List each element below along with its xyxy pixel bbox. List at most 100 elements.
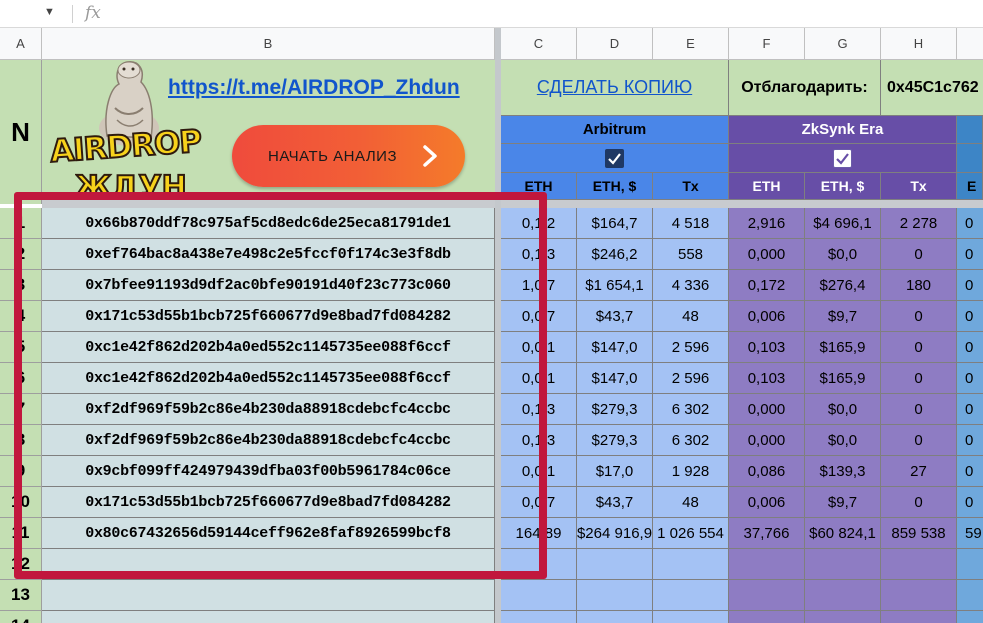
- wallet-address-cell[interactable]: 0xc1e42f862d202b4a0ed552c1145735ee088f6c…: [42, 332, 495, 363]
- arb-tx-cell[interactable]: 6 302: [653, 425, 729, 456]
- zk-eth-cell[interactable]: 0,172: [729, 270, 805, 301]
- column-header-c[interactable]: C: [501, 28, 577, 60]
- next-group-cell[interactable]: 0: [957, 239, 983, 270]
- arb-eth-usd-cell[interactable]: $147,0: [577, 363, 653, 394]
- zk-eth-usd-cell[interactable]: $0,0: [805, 239, 881, 270]
- next-group-cell[interactable]: 0: [957, 456, 983, 487]
- arb-tx-cell[interactable]: [653, 580, 729, 611]
- arb-eth-usd-cell[interactable]: $279,3: [577, 425, 653, 456]
- zk-eth-usd-cell[interactable]: $165,9: [805, 332, 881, 363]
- dropdown-arrow-icon[interactable]: ▼: [44, 6, 55, 18]
- zk-eth-usd-cell[interactable]: $165,9: [805, 363, 881, 394]
- arb-tx-cell[interactable]: 2 596: [653, 363, 729, 394]
- frozen-column-divider[interactable]: [495, 28, 501, 623]
- zk-eth-usd-cell[interactable]: [805, 580, 881, 611]
- next-group-cell[interactable]: 0: [957, 487, 983, 518]
- next-group-cell[interactable]: 0: [957, 270, 983, 301]
- wallet-address-cell[interactable]: [42, 580, 495, 611]
- zk-eth-cell[interactable]: [729, 549, 805, 580]
- zk-tx-cell[interactable]: [881, 611, 957, 623]
- arb-eth-usd-cell[interactable]: $164,7: [577, 208, 653, 239]
- arb-eth-usd-cell[interactable]: [577, 580, 653, 611]
- arb-eth-usd-cell[interactable]: [577, 549, 653, 580]
- donation-wallet-address[interactable]: 0x45C1c762: [881, 60, 983, 116]
- wallet-address-cell[interactable]: [42, 549, 495, 580]
- arb-eth-usd-cell[interactable]: $43,7: [577, 301, 653, 332]
- zksync-checkbox[interactable]: [833, 148, 852, 168]
- zk-eth-usd-cell[interactable]: [805, 611, 881, 623]
- arb-eth-cell[interactable]: 0,1 3: [501, 425, 577, 456]
- next-group-cell[interactable]: 59: [957, 518, 983, 549]
- next-group-cell[interactable]: 0: [957, 425, 983, 456]
- row-number[interactable]: 14: [0, 611, 42, 623]
- wallet-address-cell[interactable]: [42, 611, 495, 623]
- arb-eth-usd-cell[interactable]: $43,7: [577, 487, 653, 518]
- row-number[interactable]: 8: [0, 425, 42, 456]
- wallet-address-cell[interactable]: 0xf2df969f59b2c86e4b230da88918cdebcfc4cc…: [42, 394, 495, 425]
- arb-eth-cell[interactable]: 0,0 1: [501, 363, 577, 394]
- arb-eth-cell[interactable]: 0,1 2: [501, 208, 577, 239]
- next-group-cell[interactable]: 0: [957, 363, 983, 394]
- row-number[interactable]: 5: [0, 332, 42, 363]
- zk-tx-cell[interactable]: 0: [881, 487, 957, 518]
- row-number[interactable]: 11: [0, 518, 42, 549]
- wallet-address-cell[interactable]: 0xc1e42f862d202b4a0ed552c1145735ee088f6c…: [42, 363, 495, 394]
- row-number[interactable]: 6: [0, 363, 42, 394]
- start-analysis-button[interactable]: НАЧАТЬ АНАЛИЗ: [232, 125, 465, 187]
- arb-tx-cell[interactable]: 2 596: [653, 332, 729, 363]
- zk-eth-usd-cell[interactable]: $60 824,1: [805, 518, 881, 549]
- arb-eth-cell[interactable]: [501, 580, 577, 611]
- row-number[interactable]: 1: [0, 208, 42, 239]
- row-number[interactable]: 10: [0, 487, 42, 518]
- arb-eth-cell[interactable]: 0,0 1: [501, 456, 577, 487]
- arb-tx-cell[interactable]: 48: [653, 487, 729, 518]
- arb-tx-cell[interactable]: [653, 611, 729, 623]
- arb-tx-cell[interactable]: 1 928: [653, 456, 729, 487]
- wallet-address-cell[interactable]: 0x66b870ddf78c975af5cd8edc6de25eca81791d…: [42, 208, 495, 239]
- arb-eth-cell[interactable]: 0,1 3: [501, 239, 577, 270]
- zk-tx-cell[interactable]: 859 538: [881, 518, 957, 549]
- wallet-address-cell[interactable]: 0x9cbf099ff424979439dfba03f00b5961784c06…: [42, 456, 495, 487]
- arb-eth-usd-cell[interactable]: $279,3: [577, 394, 653, 425]
- next-group-cell[interactable]: 0: [957, 332, 983, 363]
- zk-eth-usd-cell[interactable]: $4 696,1: [805, 208, 881, 239]
- arb-eth-cell[interactable]: 0,1 3: [501, 394, 577, 425]
- zk-eth-usd-cell[interactable]: $0,0: [805, 394, 881, 425]
- zk-tx-cell[interactable]: 180: [881, 270, 957, 301]
- arb-eth-cell[interactable]: 164,89: [501, 518, 577, 549]
- zk-eth-cell[interactable]: 37,766: [729, 518, 805, 549]
- column-header-e[interactable]: E: [653, 28, 729, 60]
- zk-eth-cell[interactable]: [729, 611, 805, 623]
- zk-eth-cell[interactable]: 0,086: [729, 456, 805, 487]
- zk-tx-cell[interactable]: [881, 549, 957, 580]
- arb-eth-cell[interactable]: 1,0 7: [501, 270, 577, 301]
- wallet-address-cell[interactable]: 0xef764bac8a438e7e498c2e5fccf0f174c3e3f8…: [42, 239, 495, 270]
- wallet-address-cell[interactable]: 0x171c53d55b1bcb725f660677d9e8bad7fd0842…: [42, 301, 495, 332]
- arb-tx-cell[interactable]: 4 518: [653, 208, 729, 239]
- zk-eth-cell[interactable]: 0,006: [729, 301, 805, 332]
- arb-eth-usd-cell[interactable]: $1 654,1: [577, 270, 653, 301]
- arb-eth-usd-cell[interactable]: [577, 611, 653, 623]
- zk-eth-cell[interactable]: 0,006: [729, 487, 805, 518]
- column-header-b[interactable]: B: [42, 28, 495, 60]
- arb-tx-cell[interactable]: 4 336: [653, 270, 729, 301]
- column-header-a[interactable]: A: [0, 28, 42, 60]
- zk-eth-usd-cell[interactable]: $0,0: [805, 425, 881, 456]
- zk-eth-cell[interactable]: [729, 580, 805, 611]
- zk-tx-cell[interactable]: 2 278: [881, 208, 957, 239]
- zk-eth-usd-cell[interactable]: $9,7: [805, 301, 881, 332]
- arb-tx-cell[interactable]: 558: [653, 239, 729, 270]
- column-header-h[interactable]: H: [881, 28, 957, 60]
- fx-icon[interactable]: fx: [85, 3, 101, 23]
- next-group-cell[interactable]: 0: [957, 208, 983, 239]
- row-number[interactable]: 4: [0, 301, 42, 332]
- row-number[interactable]: 13: [0, 580, 42, 611]
- arb-eth-usd-cell[interactable]: $17,0: [577, 456, 653, 487]
- zk-eth-cell[interactable]: 2,916: [729, 208, 805, 239]
- zk-eth-usd-cell[interactable]: $9,7: [805, 487, 881, 518]
- arb-tx-cell[interactable]: [653, 549, 729, 580]
- row-number[interactable]: 12: [0, 549, 42, 580]
- zk-eth-cell[interactable]: 0,000: [729, 425, 805, 456]
- zk-eth-cell[interactable]: 0,000: [729, 394, 805, 425]
- zk-tx-cell[interactable]: 0: [881, 394, 957, 425]
